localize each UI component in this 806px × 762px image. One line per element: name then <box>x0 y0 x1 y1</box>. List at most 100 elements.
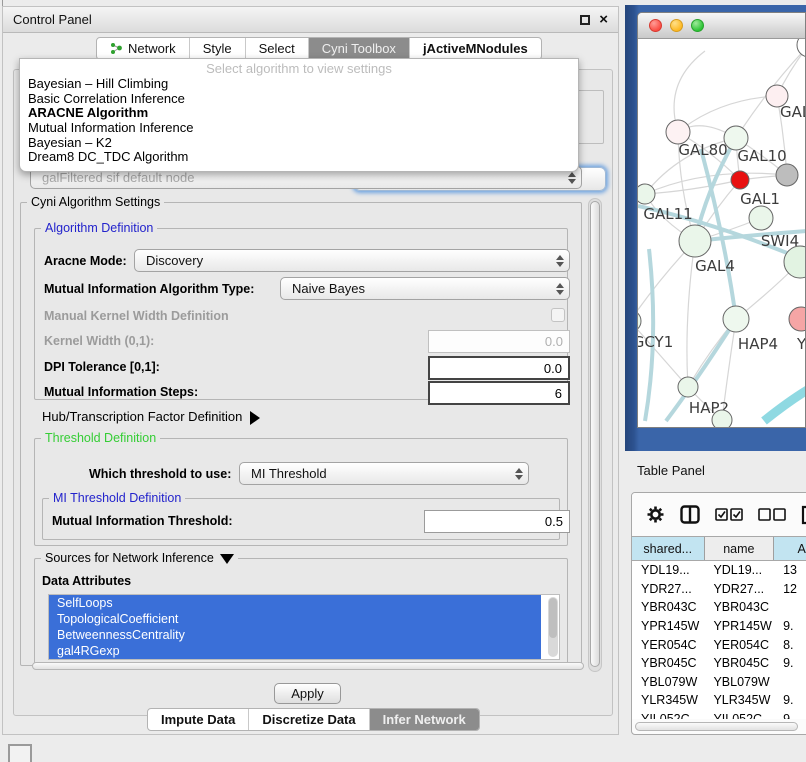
split-columns-icon[interactable] <box>680 505 700 524</box>
which-threshold-combo[interactable]: MI Threshold <box>239 462 529 485</box>
tab-label: Discretize Data <box>262 712 355 727</box>
table-cell: YPR145W <box>632 619 704 633</box>
network-node-gal1[interactable] <box>731 171 749 189</box>
column-header-shared[interactable]: shared... <box>632 537 705 560</box>
threshold-definition-legend: Threshold Definition <box>41 431 160 445</box>
list-horizontal-scrollbar[interactable] <box>32 662 584 670</box>
collapse-down-icon <box>220 554 234 564</box>
network-edge[interactable] <box>638 321 688 387</box>
mi-threshold-label: Mutual Information Threshold: <box>52 514 233 528</box>
table-row[interactable]: YLR345WYLR345W9. <box>632 691 806 710</box>
network-node-label: GAL80 <box>678 141 727 159</box>
network-node-hap2[interactable] <box>678 377 698 397</box>
algorithm-popup-item[interactable]: Dream8 DC_TDC Algorithm <box>20 150 578 165</box>
which-threshold-value: MI Threshold <box>251 466 327 481</box>
tab-label: Style <box>203 41 232 56</box>
table-cell: YER054C <box>632 638 704 652</box>
table-body: YDL19...YDL19...13YDR27...YDR27...12YBR0… <box>632 561 806 719</box>
data-attribute-item[interactable]: gal4RGexp <box>49 643 541 659</box>
close-icon[interactable]: × <box>599 15 608 25</box>
float-window-icon[interactable] <box>580 15 590 25</box>
list-vertical-scrollbar[interactable] <box>548 597 558 657</box>
data-attribute-item[interactable]: BetweennessCentrality <box>49 627 541 643</box>
table-row[interactable]: YER054CYER054C8. <box>632 635 806 654</box>
gear-icon[interactable] <box>646 505 665 524</box>
table-row[interactable]: YIL052CYIL052C9 <box>632 710 806 719</box>
tab-discretize-data[interactable]: Discretize Data <box>249 709 369 730</box>
manual-kernel-width-checkbox[interactable] <box>551 308 565 322</box>
mi-threshold-field[interactable]: 0.5 <box>424 510 570 533</box>
aracne-mode-combo[interactable]: Discovery <box>134 249 570 272</box>
algorithm-popup-item[interactable]: Mutual Information Inference <box>20 121 578 136</box>
data-attribute-item[interactable]: TopologicalCoefficient <box>49 611 541 627</box>
network-node-gcy1[interactable] <box>638 310 641 332</box>
unchecked-columns-icon[interactable] <box>758 508 786 521</box>
column-header-a[interactable]: A <box>774 537 806 560</box>
algorithm-popup-item[interactable]: Bayesian – K2 <box>20 136 578 151</box>
sources-legend[interactable]: Sources for Network Inference <box>41 551 238 565</box>
data-attribute-item[interactable]: SelfLoops <box>49 595 541 611</box>
network-node-gal4[interactable] <box>679 225 711 257</box>
aracne-mode-value: Discovery <box>146 253 203 268</box>
network-node[interactable] <box>797 39 806 57</box>
tab-label: Cyni Toolbox <box>322 41 396 56</box>
hub-definition-toggle[interactable]: Hub/Transcription Factor Definition <box>42 409 260 425</box>
algorithm-popup-item[interactable]: Bayesian – Hill Climbing <box>20 77 578 92</box>
table-toolbar <box>632 493 806 536</box>
network-edge[interactable] <box>764 389 806 421</box>
kernel-width-field[interactable]: 0.0 <box>428 330 570 353</box>
scrollbar-thumb[interactable] <box>590 201 600 667</box>
table-row[interactable]: YBL079WYBL079W <box>632 673 806 692</box>
network-edge[interactable] <box>687 241 695 387</box>
expand-right-icon <box>250 411 260 425</box>
table-cell: YLR345W <box>704 693 774 707</box>
mac-close-icon[interactable] <box>649 19 662 32</box>
mac-zoom-icon[interactable] <box>691 19 704 32</box>
network-node-swi4[interactable] <box>749 206 773 230</box>
tab-jactivemnodules[interactable]: jActiveMNodules <box>410 38 541 59</box>
tab-select[interactable]: Select <box>246 38 309 59</box>
table-row[interactable]: YPR145WYPR145W9. <box>632 617 806 636</box>
mi-algorithm-type-combo[interactable]: Naive Bayes <box>280 277 570 300</box>
algorithm-popup-item[interactable]: Basic Correlation Inference <box>20 92 578 107</box>
settings-vertical-scrollbar[interactable] <box>588 198 602 672</box>
floating-mini-window[interactable] <box>8 744 32 762</box>
network-node-hap4[interactable] <box>723 306 749 332</box>
tab-cyni-toolbox[interactable]: Cyni Toolbox <box>309 38 410 59</box>
mi-steps-label: Mutual Information Steps: <box>44 385 198 399</box>
document-icon[interactable] <box>801 505 806 525</box>
network-node[interactable] <box>712 410 732 428</box>
algorithm-popup-item[interactable]: ARACNE Algorithm <box>20 106 578 121</box>
mi-steps-field[interactable]: 6 <box>428 381 570 405</box>
scrollbar-thumb[interactable] <box>549 598 557 638</box>
table-cell: YBL079W <box>632 675 704 689</box>
tab-label: Infer Network <box>383 712 466 727</box>
table-row[interactable]: YBR043CYBR043C <box>632 598 806 617</box>
network-node[interactable] <box>784 246 806 278</box>
algorithm-select-popup: Select algorithm to view settings Bayesi… <box>19 58 579 172</box>
table-row[interactable]: YDR27...YDR27...12 <box>632 580 806 599</box>
dpi-tolerance-value: 0.0 <box>544 361 562 376</box>
mi-algorithm-type-value: Naive Bayes <box>292 281 365 296</box>
tab-infer-network[interactable]: Infer Network <box>370 709 479 730</box>
apply-button[interactable]: Apply <box>274 683 341 704</box>
dpi-tolerance-field[interactable]: 0.0 <box>428 356 570 380</box>
tab-style[interactable]: Style <box>190 38 246 59</box>
network-node[interactable] <box>776 164 798 186</box>
checked-columns-icon[interactable] <box>715 508 743 521</box>
control-panel-titlebar: Control Panel × <box>3 7 618 33</box>
network-canvas[interactable]: GALGAL80GAL10GAL1GAL11SWI4GAL4GCY1HAP4YH… <box>638 39 806 428</box>
table-row[interactable]: YBR045CYBR045C9. <box>632 654 806 673</box>
tab-impute-data[interactable]: Impute Data <box>148 709 249 730</box>
data-attributes-list[interactable]: SelfLoopsTopologicalCoefficientBetweenne… <box>48 594 560 660</box>
tab-network[interactable]: Network <box>97 38 190 59</box>
table-panel-title: Table Panel <box>637 463 705 478</box>
network-graph[interactable]: GALGAL80GAL10GAL1GAL11SWI4GAL4GCY1HAP4YH… <box>638 39 806 428</box>
table-row[interactable]: YDL19...YDL19...13 <box>632 561 806 580</box>
column-header-name[interactable]: name <box>705 537 775 560</box>
network-node-gal11[interactable] <box>638 184 655 204</box>
network-edge[interactable] <box>645 180 740 194</box>
table-horizontal-scrollbar[interactable] <box>635 722 798 731</box>
mac-minimize-icon[interactable] <box>670 19 683 32</box>
network-node-y[interactable] <box>789 307 806 331</box>
